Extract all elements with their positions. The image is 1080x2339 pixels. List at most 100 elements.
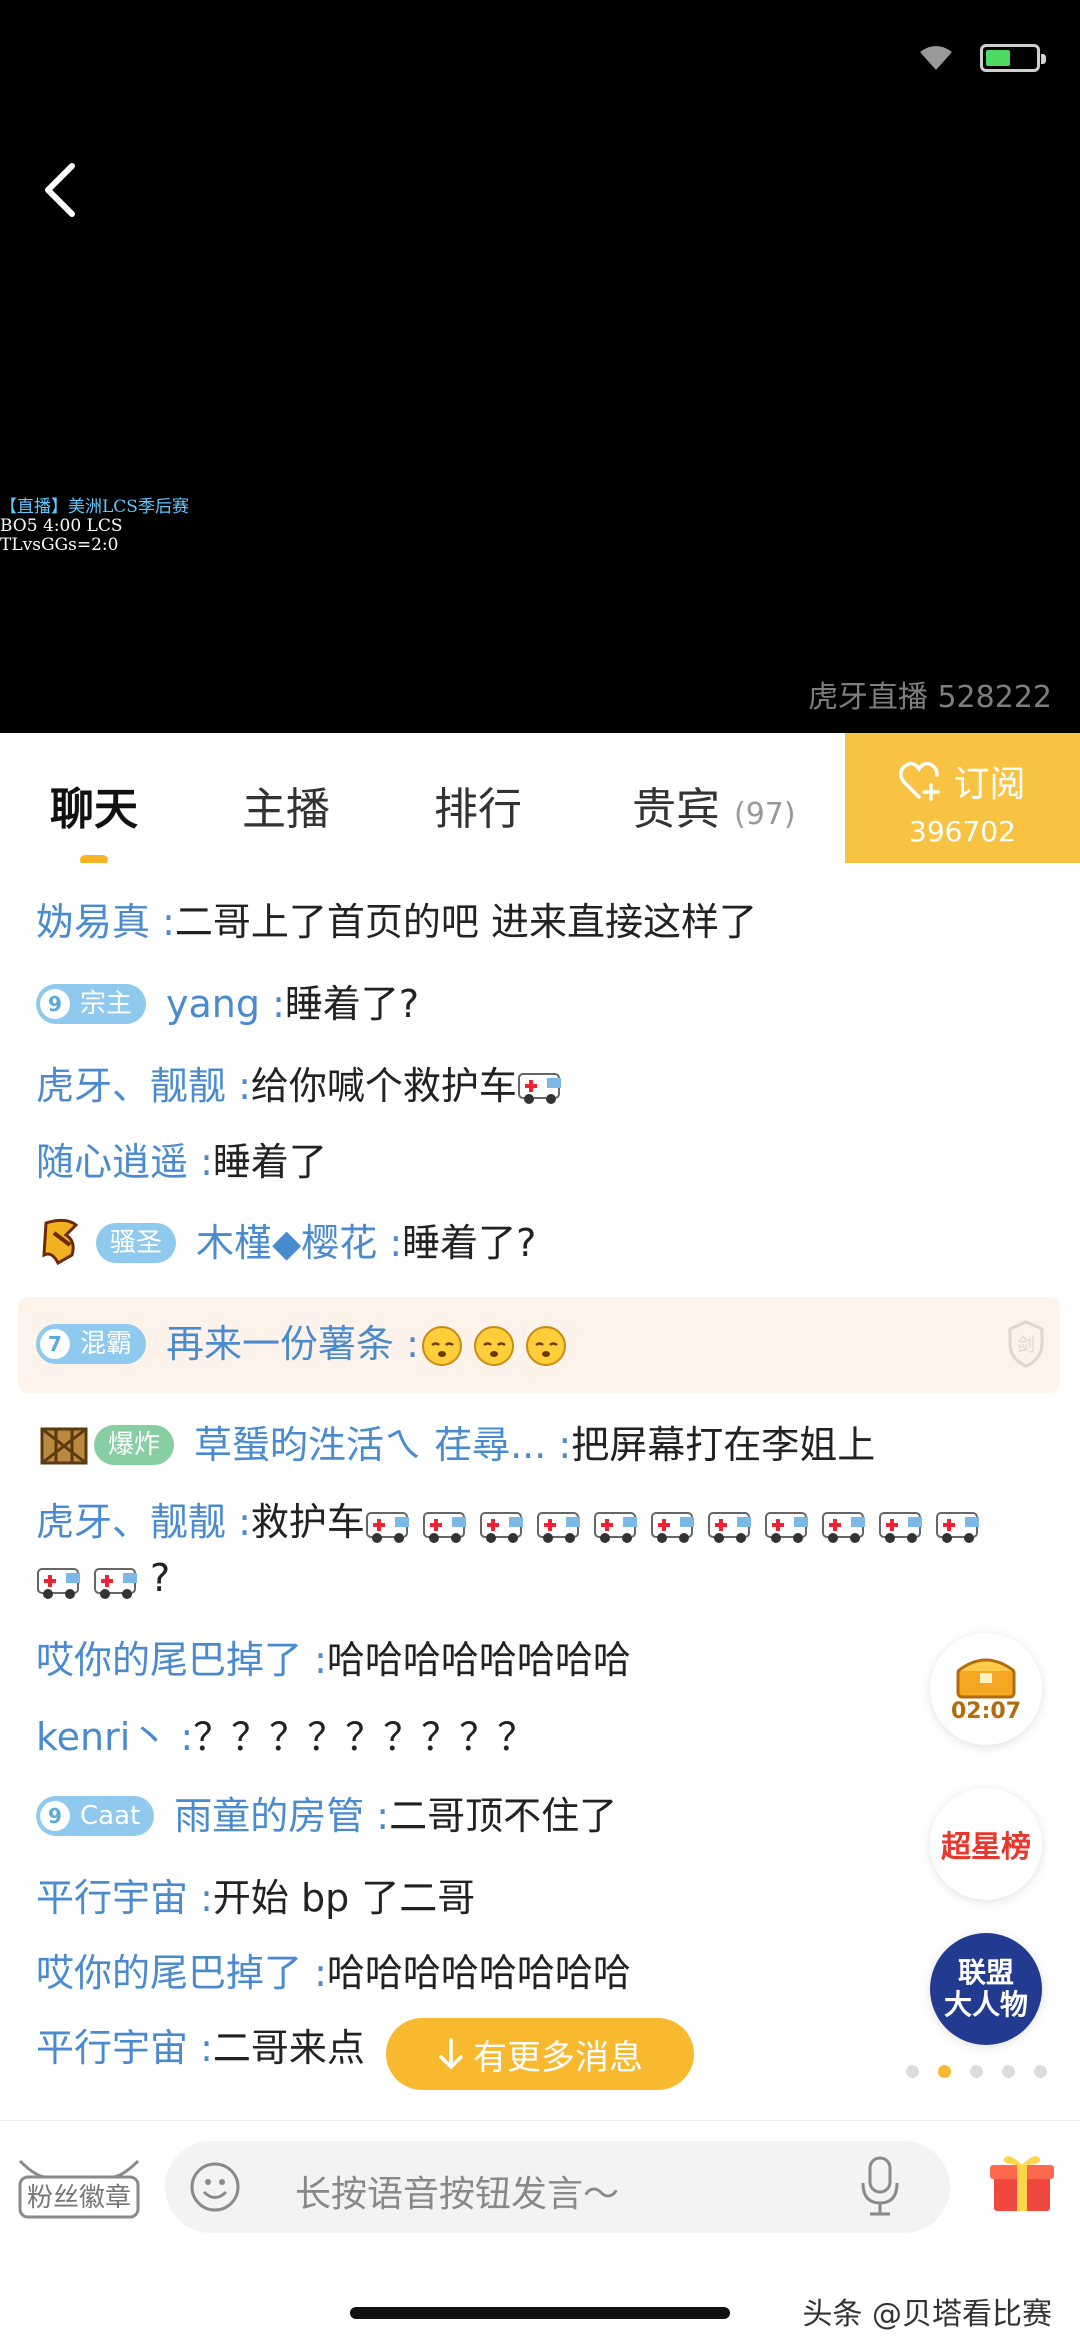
chat-username[interactable]: 虎牙、靓靓 : bbox=[36, 1497, 251, 1547]
battery-icon bbox=[980, 44, 1046, 72]
chat-username[interactable]: 平行宇宙 : bbox=[36, 1873, 213, 1923]
fence-crest-icon bbox=[40, 1427, 88, 1465]
wifi-icon bbox=[920, 46, 952, 70]
ambulance-icon bbox=[94, 1567, 137, 1599]
ambulance-icon bbox=[593, 1511, 637, 1543]
chat-message: 平行宇宙 : 开始 bp 了二哥 bbox=[36, 1873, 475, 1923]
chat-username[interactable]: 草蜑昀泩活ㄟ 荏尋... : bbox=[194, 1420, 571, 1470]
badge-level: 9 bbox=[40, 989, 70, 1019]
badge-level: 7 bbox=[40, 1329, 70, 1359]
chat-message: 9 宗主 yang : 睡着了? bbox=[36, 979, 419, 1029]
chat-message: kenri丶 : ？？？？？？？？？ bbox=[36, 1712, 535, 1762]
emoji-face-icon[interactable] bbox=[189, 2161, 241, 2213]
super-star-widget[interactable]: 超星榜 bbox=[930, 1788, 1042, 1900]
league-bigshot-widget[interactable]: 联盟 大人物 bbox=[930, 1933, 1042, 2045]
gift-icon[interactable] bbox=[988, 2149, 1056, 2215]
shield-icon: 剑 bbox=[1008, 1320, 1044, 1368]
chat-username[interactable]: yang : bbox=[166, 979, 285, 1029]
chat-text: ？？？？？？？？？ bbox=[193, 1715, 536, 1759]
ambulance-icon bbox=[365, 1511, 409, 1543]
widget-pager bbox=[906, 2065, 1047, 2078]
chat-message-highlighted: 7 混霸 再来一份薯条 : bbox=[36, 1319, 575, 1369]
ambulance-icon bbox=[707, 1511, 751, 1543]
fan-badge[interactable]: 7 混霸 bbox=[36, 1324, 147, 1364]
pager-dot[interactable] bbox=[1002, 2065, 1015, 2078]
fan-badge[interactable]: 9 Caat bbox=[36, 1796, 155, 1836]
chat-username[interactable]: 随心逍遥 : bbox=[36, 1137, 213, 1187]
chat-input[interactable]: 长按语音按钮发言～ bbox=[165, 2141, 950, 2233]
fan-badge[interactable]: 9 宗主 bbox=[36, 984, 147, 1024]
fan-badge[interactable]: 爆炸 bbox=[94, 1425, 175, 1465]
subscribe-label: 订阅 bbox=[953, 764, 1026, 805]
huya-watermark: 虎牙直播 528222 bbox=[807, 680, 1052, 715]
chat-text: 二哥上了首页的吧 进来直接这样了 bbox=[174, 900, 757, 944]
ambulance-emoji-row bbox=[36, 1553, 150, 1603]
chat-username[interactable]: kenri丶 : bbox=[36, 1712, 193, 1762]
chat-message: 哎你的尾巴掉了 : 哈哈哈哈哈哈哈哈 bbox=[36, 1948, 631, 1998]
tab-anchor[interactable]: 主播 bbox=[242, 773, 330, 837]
badge-title: 爆炸 bbox=[108, 1430, 161, 1460]
treasure-chest-widget[interactable]: 02:07 bbox=[930, 1633, 1042, 1745]
tab-chat[interactable]: 聊天 bbox=[50, 773, 138, 837]
chat-username[interactable]: 哎你的尾巴掉了 : bbox=[36, 1948, 327, 1998]
ambulance-icon bbox=[422, 1511, 466, 1543]
ambulance-icon bbox=[821, 1511, 865, 1543]
chat-message: 随心逍遥 : 睡着了 bbox=[36, 1137, 327, 1187]
chat-text: 救护车 bbox=[250, 1500, 365, 1544]
more-messages-label: 有更多消息 bbox=[473, 2037, 643, 2078]
chat-username[interactable]: 哎你的尾巴掉了 : bbox=[36, 1635, 327, 1685]
chat-message: 哎你的尾巴掉了 : 哈哈哈哈哈哈哈哈 bbox=[36, 1635, 631, 1685]
chat-username[interactable]: 虎牙、靓靓 : bbox=[36, 1061, 251, 1111]
ambulance-icon bbox=[764, 1511, 808, 1543]
chat-message: 虎牙、靓靓 : 救护车 bbox=[36, 1497, 992, 1547]
home-indicator[interactable] bbox=[350, 2307, 730, 2319]
ambulance-icon bbox=[37, 1567, 80, 1599]
status-bar bbox=[918, 44, 1046, 72]
badge-title: 骚圣 bbox=[110, 1228, 163, 1258]
video-caption: 【直播】美洲LCS季后赛 BO5 4:00 LCS TLvsGGs=2:0 bbox=[0, 498, 189, 555]
chat-text: 睡着了? bbox=[284, 982, 420, 1026]
pager-dot[interactable] bbox=[970, 2065, 983, 2078]
noble-badge[interactable]: 骚圣 bbox=[96, 1223, 177, 1263]
chat-message: 9 Caat 雨童的房管 : 二哥顶不住了 bbox=[36, 1791, 617, 1841]
caption-line-2: BO5 4:00 LCS bbox=[0, 516, 123, 536]
ambulance-icon bbox=[650, 1511, 694, 1543]
microphone-icon[interactable] bbox=[860, 2155, 900, 2217]
svg-text:剑: 剑 bbox=[1017, 1335, 1035, 1356]
chat-username[interactable]: 平行宇宙 : bbox=[36, 2023, 213, 2073]
chat-username[interactable]: 雨童的房管 : bbox=[174, 1791, 389, 1841]
video-player[interactable]: 【直播】美洲LCS季后赛 BO5 4:00 LCS TLvsGGs=2:0 虎牙… bbox=[0, 0, 1080, 733]
tab-vip-label: 贵宾 bbox=[632, 784, 720, 835]
wings-icon: 粉丝徽章 bbox=[18, 2159, 140, 2219]
chat-list[interactable]: 剑 妫易真 : 二哥上了首页的吧 进来直接这样了 9 宗主 yang : 睡着了?… bbox=[0, 863, 1080, 2120]
chat-text: 睡着了 bbox=[212, 1140, 327, 1184]
back-button[interactable] bbox=[36, 160, 86, 220]
chat-message: 骚圣 木槿◆樱花 : 睡着了? bbox=[36, 1215, 536, 1271]
chest-timer: 02:07 bbox=[950, 1698, 1022, 1724]
league-label-2: 大人物 bbox=[943, 1988, 1028, 2021]
badge-title: Caat bbox=[80, 1801, 141, 1831]
tab-ranking[interactable]: 排行 bbox=[434, 773, 522, 837]
fan-badge-button[interactable]: 粉丝徽章 bbox=[14, 2151, 144, 2221]
chat-text: 睡着了? bbox=[402, 1221, 537, 1265]
chat-text: 开始 bp 了二哥 bbox=[212, 1876, 476, 1920]
chat-text: 给你喊个救护车 bbox=[250, 1064, 517, 1108]
subscribe-button[interactable]: 订阅 396702 bbox=[845, 733, 1080, 863]
chat-username[interactable]: 妫易真 : bbox=[36, 897, 175, 947]
tab-vip[interactable]: 贵宾 (97) bbox=[632, 773, 796, 837]
pager-dot-active[interactable] bbox=[938, 2065, 951, 2078]
chat-message: 妫易真 : 二哥上了首页的吧 进来直接这样了 bbox=[36, 897, 757, 947]
chat-username[interactable]: 木槿◆樱花 : bbox=[196, 1218, 402, 1268]
heart-plus-icon bbox=[899, 761, 941, 801]
ambulance-icon bbox=[878, 1511, 922, 1543]
chat-message: 虎牙、靓靓 : 给你喊个救护车 bbox=[36, 1061, 574, 1111]
sleepy-emoji-icon bbox=[473, 1326, 514, 1366]
pager-dot[interactable] bbox=[906, 2065, 919, 2078]
sleepy-emoji-icon bbox=[421, 1326, 462, 1366]
chat-username[interactable]: 再来一份薯条 : bbox=[166, 1319, 419, 1369]
chat-text: 二哥来点 bbox=[212, 2026, 365, 2070]
more-messages-button[interactable]: 有更多消息 bbox=[386, 2018, 694, 2090]
chat-message: 平行宇宙 : 二哥来点 bbox=[36, 2023, 365, 2073]
chat-text: 把屏幕打在李姐上 bbox=[571, 1423, 876, 1467]
pager-dot[interactable] bbox=[1034, 2065, 1047, 2078]
